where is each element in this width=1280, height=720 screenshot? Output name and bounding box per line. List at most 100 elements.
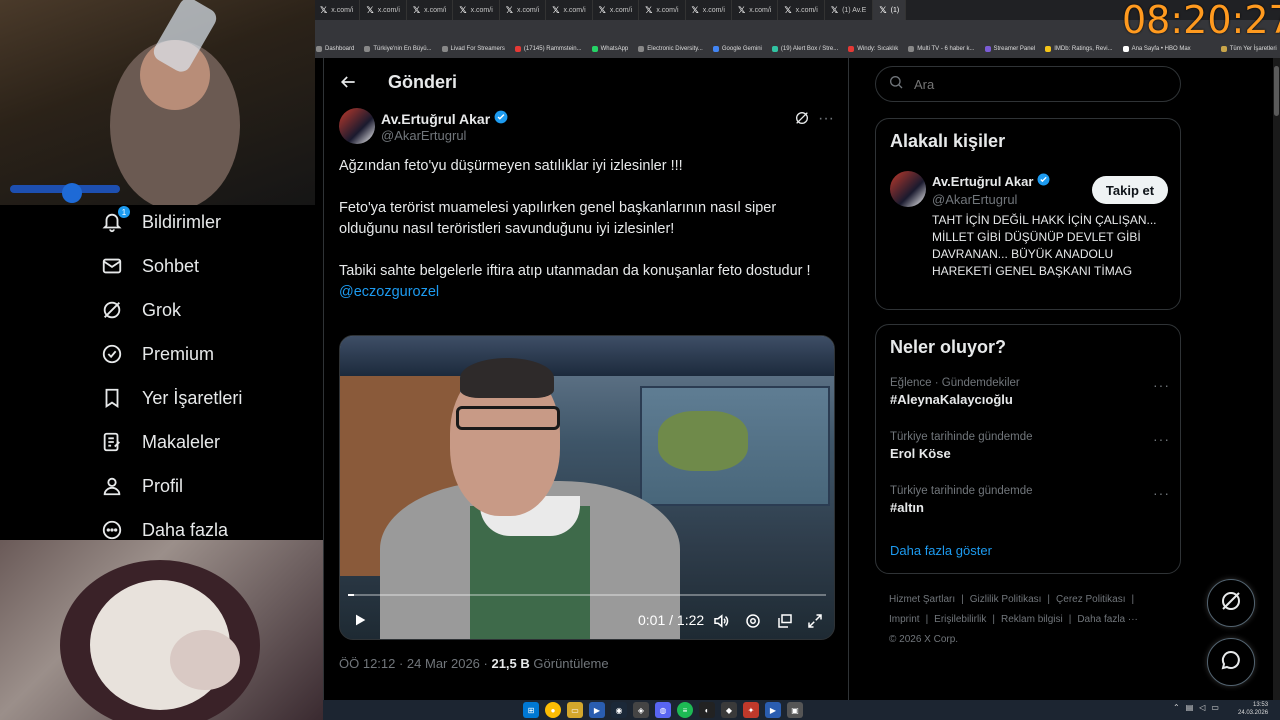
more-options-icon[interactable]: ···	[818, 110, 834, 128]
trend-item[interactable]: Eğlence · Gündemdekiler #AleynaKalaycıoğ…	[890, 377, 1170, 407]
sidebar-item-bookmarks[interactable]: Yer İşaretleri	[100, 383, 242, 413]
trend-context: Eğlence · Gündemdekiler	[890, 377, 1020, 389]
page-scrollbar[interactable]	[1273, 58, 1280, 700]
chevron-up-icon[interactable]: ⌃	[1173, 703, 1180, 712]
author-name-row[interactable]: Av.Ertuğrul Akar	[381, 110, 508, 127]
bookmark[interactable]: (19) Alert Box / Stre...	[771, 46, 838, 52]
footer-link[interactable]: Daha fazla ···	[1077, 614, 1138, 625]
browser-tab[interactable]: 𝕏x.com/i	[314, 0, 361, 20]
bookmark[interactable]: IMDb: Ratings, Revi...	[1045, 46, 1113, 52]
chrome-icon[interactable]: ●	[545, 702, 561, 718]
search-input[interactable]	[914, 76, 1154, 92]
bookmark[interactable]: Dashboard	[316, 46, 354, 52]
browser-tab[interactable]: 𝕏x.com/i	[686, 0, 732, 20]
taskbar-clock[interactable]: 13:53 24.03.2026	[1238, 701, 1268, 717]
related-user-avatar[interactable]	[890, 171, 926, 207]
file-explorer-icon[interactable]: ▭	[567, 702, 583, 718]
chat-bubble-icon	[1219, 648, 1243, 677]
picture-in-picture-icon[interactable]	[776, 612, 794, 630]
trend-item[interactable]: Türkiye tarihinde gündemde Erol Köse ···	[890, 431, 1170, 461]
footer-link[interactable]: Hizmet Şartları	[889, 594, 955, 605]
sidebar-item-premium[interactable]: Premium	[100, 339, 214, 369]
footer-link[interactable]: Çerez Politikası	[1056, 594, 1125, 605]
browser-tab[interactable]: 𝕏x.com/i	[453, 0, 500, 20]
mention-link[interactable]: @eczozgurozel	[339, 282, 839, 303]
app-icon[interactable]: ▣	[787, 702, 803, 718]
browser-tab[interactable]: 𝕏x.com/i	[546, 0, 593, 20]
battery-icon[interactable]: ▭	[1211, 703, 1219, 712]
more-options-icon[interactable]: ···	[1153, 377, 1170, 393]
video-player[interactable]: 0:01 / 1:22	[339, 335, 835, 640]
bookmark-folder[interactable]: Tüm Yer İşaretleri	[1220, 46, 1277, 52]
volume-icon[interactable]: ◁	[1199, 703, 1205, 712]
app-icon[interactable]: ▶	[765, 702, 781, 718]
browser-tab[interactable]: 𝕏x.com/i	[778, 0, 825, 20]
browser-tab[interactable]: 𝕏x.com/i	[732, 0, 779, 20]
sidebar-item-articles[interactable]: Makaleler	[100, 427, 220, 457]
footer-link[interactable]: Imprint	[889, 614, 920, 625]
sidebar-item-notifications[interactable]: 1 Bildirimler	[100, 206, 221, 237]
app-icon[interactable]: ◆	[721, 702, 737, 718]
play-icon[interactable]	[352, 612, 368, 633]
post-timestamp[interactable]: ÖÖ 12:12 · 24 Mar 2026 ·	[339, 656, 491, 671]
browser-tab[interactable]: 𝕏 (1) Av.E	[825, 0, 874, 20]
discord-icon[interactable]: ◍	[655, 702, 671, 718]
tab-label: x.com/i	[563, 6, 586, 14]
app-icon[interactable]: ◐	[699, 702, 715, 718]
volume-icon[interactable]	[712, 612, 730, 630]
fullscreen-icon[interactable]	[806, 612, 824, 630]
messages-fab-button[interactable]	[1207, 638, 1255, 686]
sidebar-item-messages[interactable]: Sohbet	[100, 251, 199, 281]
show-more-link[interactable]: Daha fazla göster	[890, 543, 992, 558]
footer-link[interactable]: Gizlilik Politikası	[970, 594, 1042, 605]
browser-tab[interactable]: 𝕏x.com/i	[407, 0, 454, 20]
bookmark[interactable]: Multi TV - 6 haber k...	[908, 46, 975, 52]
windows-start-icon[interactable]: ⊞	[523, 702, 539, 718]
settings-gear-icon[interactable]	[744, 612, 762, 630]
steam-icon[interactable]: ◉	[611, 702, 627, 718]
sidebar-item-profile[interactable]: Profil	[100, 471, 183, 501]
app-icon[interactable]: ✦	[743, 702, 759, 718]
more-options-icon[interactable]: ···	[1153, 431, 1170, 447]
bookmark[interactable]: Electronic Diversity...	[638, 46, 703, 52]
bookmark[interactable]: WhatsApp	[591, 46, 628, 52]
grok-fab-button[interactable]	[1207, 579, 1255, 627]
related-user-handle[interactable]: @AkarErtugrul	[932, 192, 1017, 207]
spotify-icon[interactable]: ≡	[677, 702, 693, 718]
footer-links: Hizmet Şartları | Gizlilik Politikası | Çere…	[889, 590, 1169, 650]
bookmark[interactable]: Livad For Streamers	[441, 46, 505, 52]
app-icon[interactable]: ◈	[633, 702, 649, 718]
sidebar-item-label: Profil	[142, 475, 184, 496]
app-icon[interactable]: ▶	[589, 702, 605, 718]
related-user-name-row[interactable]: Av.Ertuğrul Akar	[932, 173, 1050, 189]
bookmark[interactable]: Google Gemini	[712, 46, 762, 52]
video-progress-bar[interactable]	[348, 594, 826, 596]
network-icon[interactable]: ▤	[1186, 703, 1194, 712]
trend-item[interactable]: Türkiye tarihinde gündemde #altın ···	[890, 485, 1170, 515]
author-handle[interactable]: @AkarErtugrul	[381, 128, 466, 143]
bookmark[interactable]: (17145) Rammstein...	[514, 46, 582, 52]
browser-tab[interactable]: 𝕏x.com/i	[593, 0, 640, 20]
sidebar-item-grok[interactable]: Grok	[100, 295, 181, 325]
search-icon	[888, 74, 904, 95]
bookmark[interactable]: Windy: Sıcaklık	[848, 46, 898, 52]
browser-tab-active[interactable]: 𝕏 (1)	[873, 0, 907, 20]
more-options-icon[interactable]: ···	[1153, 485, 1170, 501]
webcam-overlay-top	[0, 0, 315, 205]
tab-label: x.com/i	[517, 6, 540, 14]
browser-tab[interactable]: 𝕏x.com/i	[500, 0, 547, 20]
scrollbar-thumb[interactable]	[1274, 66, 1279, 116]
search-box[interactable]	[875, 66, 1181, 102]
browser-tab[interactable]: 𝕏x.com/i	[360, 0, 407, 20]
back-arrow-icon[interactable]	[338, 72, 360, 94]
footer-link[interactable]: Erişilebilirlik	[934, 614, 986, 625]
footer-link[interactable]: Reklam bilgisi	[1001, 614, 1063, 625]
bookmark-label: (17145) Rammstein...	[523, 46, 582, 52]
bookmark[interactable]: Türkiye'nin En Büyü...	[364, 46, 432, 52]
author-avatar[interactable]	[339, 108, 375, 144]
bookmark[interactable]: Streamer Panel	[984, 46, 1035, 52]
grok-explain-icon[interactable]	[794, 110, 810, 131]
bookmark[interactable]: Ana Sayfa • HBO Max	[1122, 46, 1191, 52]
browser-tab[interactable]: 𝕏x.com/i	[639, 0, 686, 20]
follow-button[interactable]: Takip et	[1092, 176, 1168, 204]
